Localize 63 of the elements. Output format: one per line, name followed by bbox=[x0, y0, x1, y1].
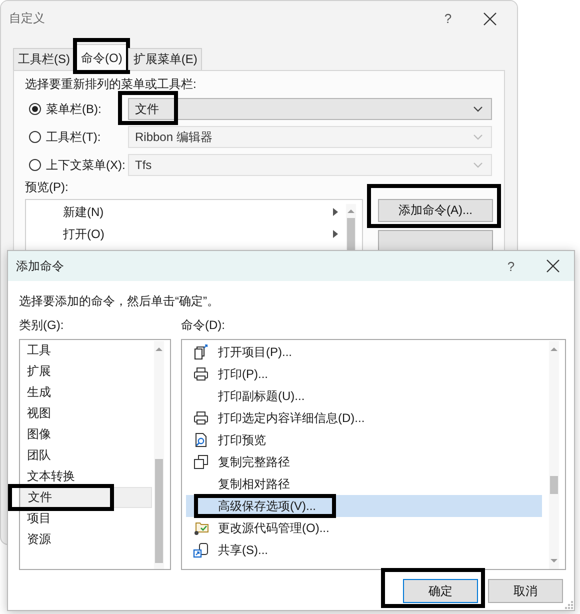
list-item[interactable]: 团队 bbox=[20, 445, 152, 466]
chevron-icon bbox=[473, 162, 483, 168]
list-item-text: 更改源代码管理(O)... bbox=[217, 520, 330, 536]
list-item[interactable]: 文件 bbox=[20, 487, 152, 508]
list-item[interactable]: 生成 bbox=[20, 382, 152, 403]
list-item-text: 共享(S)... bbox=[217, 542, 268, 558]
radio-label: 菜单栏(B): bbox=[46, 100, 102, 118]
list-item-text: 打开项目(P)... bbox=[217, 344, 292, 360]
help-button[interactable]: ? bbox=[441, 11, 455, 26]
list-item[interactable]: 共享(S)... bbox=[186, 539, 542, 561]
list-item[interactable]: 打开项目(P)... bbox=[186, 341, 542, 363]
list-label: 命令(D): bbox=[181, 317, 226, 333]
tab[interactable]: 命令(O) bbox=[76, 44, 128, 71]
list-item[interactable]: 项目 bbox=[20, 508, 152, 529]
tab[interactable]: 扩展菜单(E) bbox=[128, 48, 202, 70]
add-command-button[interactable]: 添加命令(A)... bbox=[378, 199, 493, 222]
list-item-text: 高级保存选项(V)... bbox=[217, 498, 316, 514]
list-item[interactable]: 复制相对路径 bbox=[186, 473, 542, 495]
radio-label: 上下文菜单(X): bbox=[46, 156, 126, 174]
list-item-text: 复制完整路径 bbox=[217, 454, 290, 470]
document-arrow-icon bbox=[193, 344, 209, 360]
list-item[interactable]: 扩展 bbox=[20, 361, 152, 382]
list-item[interactable]: 更改源代码管理(O)... bbox=[186, 517, 542, 539]
document-magnifier-icon bbox=[193, 432, 209, 448]
list-item[interactable]: 工具 bbox=[20, 340, 152, 361]
section-label: 选择要重新排列的菜单或工具栏: bbox=[25, 76, 198, 92]
list-label: 类别(G): bbox=[19, 317, 65, 333]
menu-item[interactable]: 打开(O) bbox=[63, 226, 104, 242]
list-item[interactable]: 打印(P)... bbox=[186, 363, 542, 385]
list-item[interactable]: 复制完整路径 bbox=[186, 451, 542, 473]
dropdown[interactable]: 文件 bbox=[128, 98, 492, 120]
chevron-icon bbox=[473, 106, 483, 112]
list-item-text: 打印副标题(U)... bbox=[217, 388, 305, 404]
list-item[interactable]: 打印预览 bbox=[186, 429, 542, 451]
cancel-button[interactable]: 取消 bbox=[488, 579, 563, 603]
list-item[interactable]: 视图 bbox=[20, 403, 152, 424]
instruction-text: 选择要添加的命令，然后单击“确定”。 bbox=[19, 293, 220, 309]
tab[interactable]: 工具栏(S) bbox=[13, 48, 75, 70]
printer-icon bbox=[193, 366, 209, 382]
list-item[interactable]: 资源 bbox=[20, 529, 152, 550]
copy-icon bbox=[193, 454, 209, 470]
radio-label: 工具栏(T): bbox=[46, 128, 102, 146]
window-title: 添加命令 bbox=[16, 258, 65, 274]
window-title: 自定义 bbox=[9, 10, 46, 27]
list-item[interactable]: 打印选定内容详细信息(D)... bbox=[186, 407, 542, 429]
list-item[interactable]: 打印副标题(U)... bbox=[186, 385, 542, 407]
list-item-text: 打印(P)... bbox=[217, 366, 268, 382]
document-share-icon bbox=[193, 542, 209, 558]
ok-button[interactable]: 确定 bbox=[403, 579, 478, 603]
list-item-text: 打印选定内容详细信息(D)... bbox=[217, 410, 365, 426]
folder-check-icon bbox=[193, 520, 209, 536]
close-icon[interactable] bbox=[546, 259, 560, 273]
list-item[interactable]: 图像 bbox=[20, 424, 152, 445]
close-icon[interactable] bbox=[483, 12, 497, 26]
menu-item[interactable]: 新建(N) bbox=[63, 204, 104, 220]
printer-icon bbox=[193, 410, 209, 426]
list-item[interactable]: 文本转换 bbox=[20, 466, 152, 487]
list-item-text: 打印预览 bbox=[217, 432, 266, 448]
list-item-text: 复制相对路径 bbox=[217, 476, 290, 492]
section-label: 预览(P): bbox=[25, 179, 70, 195]
help-button[interactable]: ? bbox=[504, 258, 518, 274]
chevron-icon bbox=[473, 134, 483, 140]
radio-button[interactable] bbox=[29, 103, 41, 115]
